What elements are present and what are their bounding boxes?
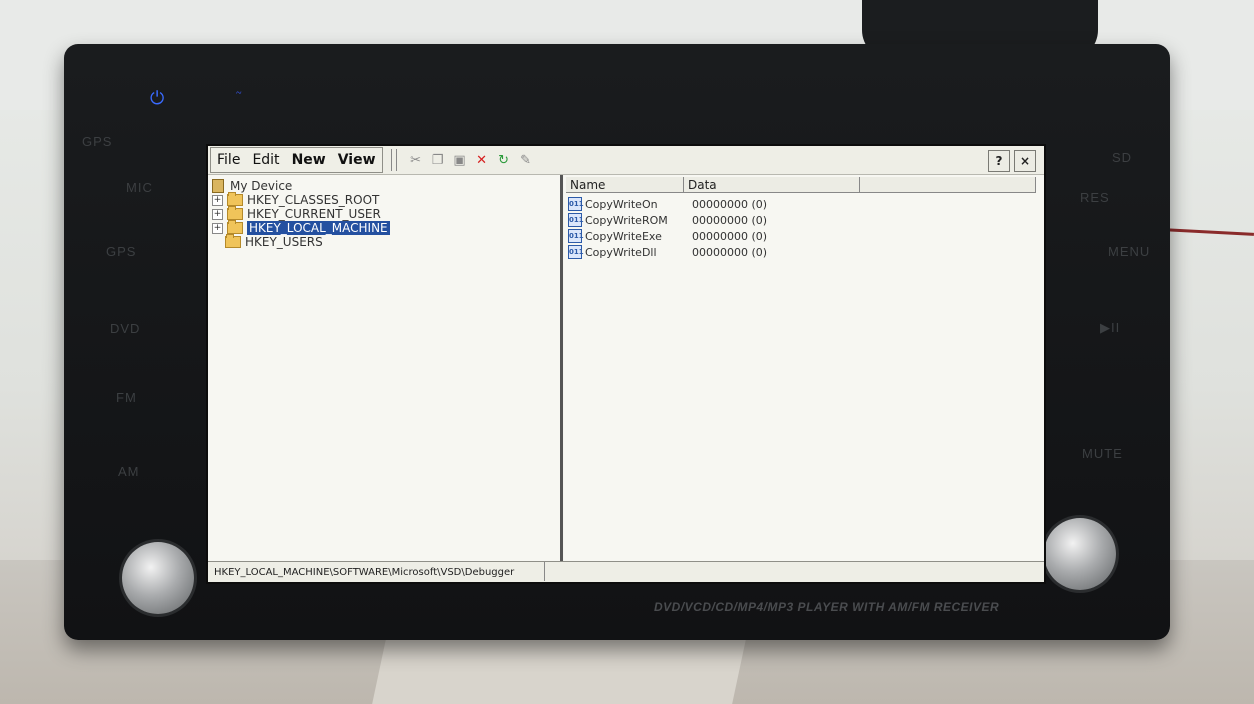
tree-root-label: My Device xyxy=(230,179,293,193)
tree-item-label: HKEY_USERS xyxy=(245,235,323,249)
status-path: HKEY_LOCAL_MACHINE\SOFTWARE\Microsoft\VS… xyxy=(212,562,545,581)
value-name: CopyWriteROM xyxy=(585,213,668,227)
list-item[interactable]: 011 CopyWriteDll 00000000 (0) xyxy=(568,245,767,259)
tree-item-label: HKEY_CURRENT_USER xyxy=(247,207,381,221)
expand-icon[interactable]: + xyxy=(212,222,223,234)
value-data: 00000000 (0) xyxy=(692,245,768,259)
value-data: 00000000 (0) xyxy=(692,229,768,243)
binary-value-icon: 011 xyxy=(568,245,584,259)
side-button-am[interactable]: AM xyxy=(118,464,140,479)
expand-icon[interactable]: + xyxy=(212,208,223,220)
copy-icon[interactable]: ❐ xyxy=(428,150,448,170)
tune-knob[interactable] xyxy=(1044,518,1116,590)
side-button-mic: MIC xyxy=(126,180,153,195)
tree-item-classes-root[interactable]: + HKEY_CLASSES_ROOT xyxy=(212,192,380,207)
registry-tree: My Device + HKEY_CLASSES_ROOT + HKEY_CUR… xyxy=(208,175,563,561)
tree-item-current-user[interactable]: + HKEY_CURRENT_USER xyxy=(212,206,381,221)
menu-file[interactable]: File xyxy=(211,152,246,168)
column-header-empty[interactable] xyxy=(860,177,1036,193)
binary-value-icon: 011 xyxy=(568,197,584,211)
value-name: CopyWriteExe xyxy=(585,229,662,243)
device-icon xyxy=(212,179,224,193)
side-button-dvd[interactable]: DVD xyxy=(110,321,140,336)
tree-item-local-machine[interactable]: + HKEY_LOCAL_MACHINE xyxy=(212,220,390,235)
tree-item-users[interactable]: HKEY_USERS xyxy=(225,234,323,249)
side-button-menu[interactable]: MENU xyxy=(1108,244,1150,259)
menu-new[interactable]: New xyxy=(286,152,332,168)
cardboard-stand xyxy=(372,630,748,704)
toolbar-separator xyxy=(390,149,397,171)
tree-item-label: HKEY_CLASSES_ROOT xyxy=(247,193,380,207)
folder-icon xyxy=(225,234,241,248)
tree-root[interactable]: My Device xyxy=(212,179,292,193)
car-stereo-unit: ⏻ ~ GPS MIC GPS DVD FM AM SD RES MENU ▶I… xyxy=(64,44,1170,640)
power-icon[interactable]: ⏻ xyxy=(150,88,164,109)
folder-icon xyxy=(227,192,243,206)
delete-icon[interactable]: ✕ xyxy=(472,150,492,170)
value-data: 00000000 (0) xyxy=(692,213,768,227)
value-name: CopyWriteDll xyxy=(585,245,657,259)
status-bar: HKEY_LOCAL_MACHINE\SOFTWARE\Microsoft\VS… xyxy=(208,561,1044,582)
binary-value-icon: 011 xyxy=(568,229,584,243)
side-button-fm[interactable]: FM xyxy=(116,390,137,405)
values-list: Name Data 011 CopyWriteOn 00000000 (0) 0… xyxy=(564,175,1044,561)
paste-icon[interactable]: ▣ xyxy=(450,150,470,170)
value-data: 00000000 (0) xyxy=(692,197,768,211)
menu-edit[interactable]: Edit xyxy=(246,152,285,168)
value-name: CopyWriteOn xyxy=(585,197,658,211)
volume-knob[interactable] xyxy=(122,542,194,614)
cut-icon[interactable]: ✂ xyxy=(406,150,426,170)
list-item[interactable]: 011 CopyWriteExe 00000000 (0) xyxy=(568,229,767,243)
side-button-res[interactable]: RES xyxy=(1080,190,1110,205)
binary-value-icon: 011 xyxy=(568,213,584,227)
tree-item-label-selected: HKEY_LOCAL_MACHINE xyxy=(247,221,390,235)
list-item[interactable]: 011 CopyWriteOn 00000000 (0) xyxy=(568,197,767,211)
side-button-mute[interactable]: MUTE xyxy=(1082,446,1123,461)
menu-bar: File Edit New View xyxy=(210,147,383,173)
help-button[interactable]: ? xyxy=(988,150,1010,172)
folder-icon xyxy=(227,220,243,234)
menu-view[interactable]: View xyxy=(332,152,382,168)
properties-icon[interactable]: ✎ xyxy=(516,150,536,170)
refresh-icon[interactable]: ↻ xyxy=(494,150,514,170)
registry-editor-window: File Edit New View ✂ ❐ ▣ ✕ ↻ ✎ ? × My De… xyxy=(206,144,1046,584)
list-item[interactable]: 011 CopyWriteROM 00000000 (0) xyxy=(568,213,767,227)
brand-logo: ~ xyxy=(236,88,242,99)
close-button[interactable]: × xyxy=(1014,150,1036,172)
toolbar: File Edit New View ✂ ❐ ▣ ✕ ↻ ✎ ? × xyxy=(208,146,1044,175)
column-header-data[interactable]: Data xyxy=(684,177,860,193)
column-header-name[interactable]: Name xyxy=(566,177,684,193)
expand-icon[interactable]: + xyxy=(212,194,223,206)
side-button-play-pause[interactable]: ▶II xyxy=(1100,320,1120,336)
device-tagline: DVD/VCD/CD/MP4/MP3 PLAYER WITH AM/FM REC… xyxy=(654,600,1000,614)
side-button-gps[interactable]: GPS xyxy=(106,244,136,259)
side-button-sd[interactable]: SD xyxy=(1112,150,1132,165)
folder-icon xyxy=(227,206,243,220)
side-button-gps-top[interactable]: GPS xyxy=(82,134,112,149)
